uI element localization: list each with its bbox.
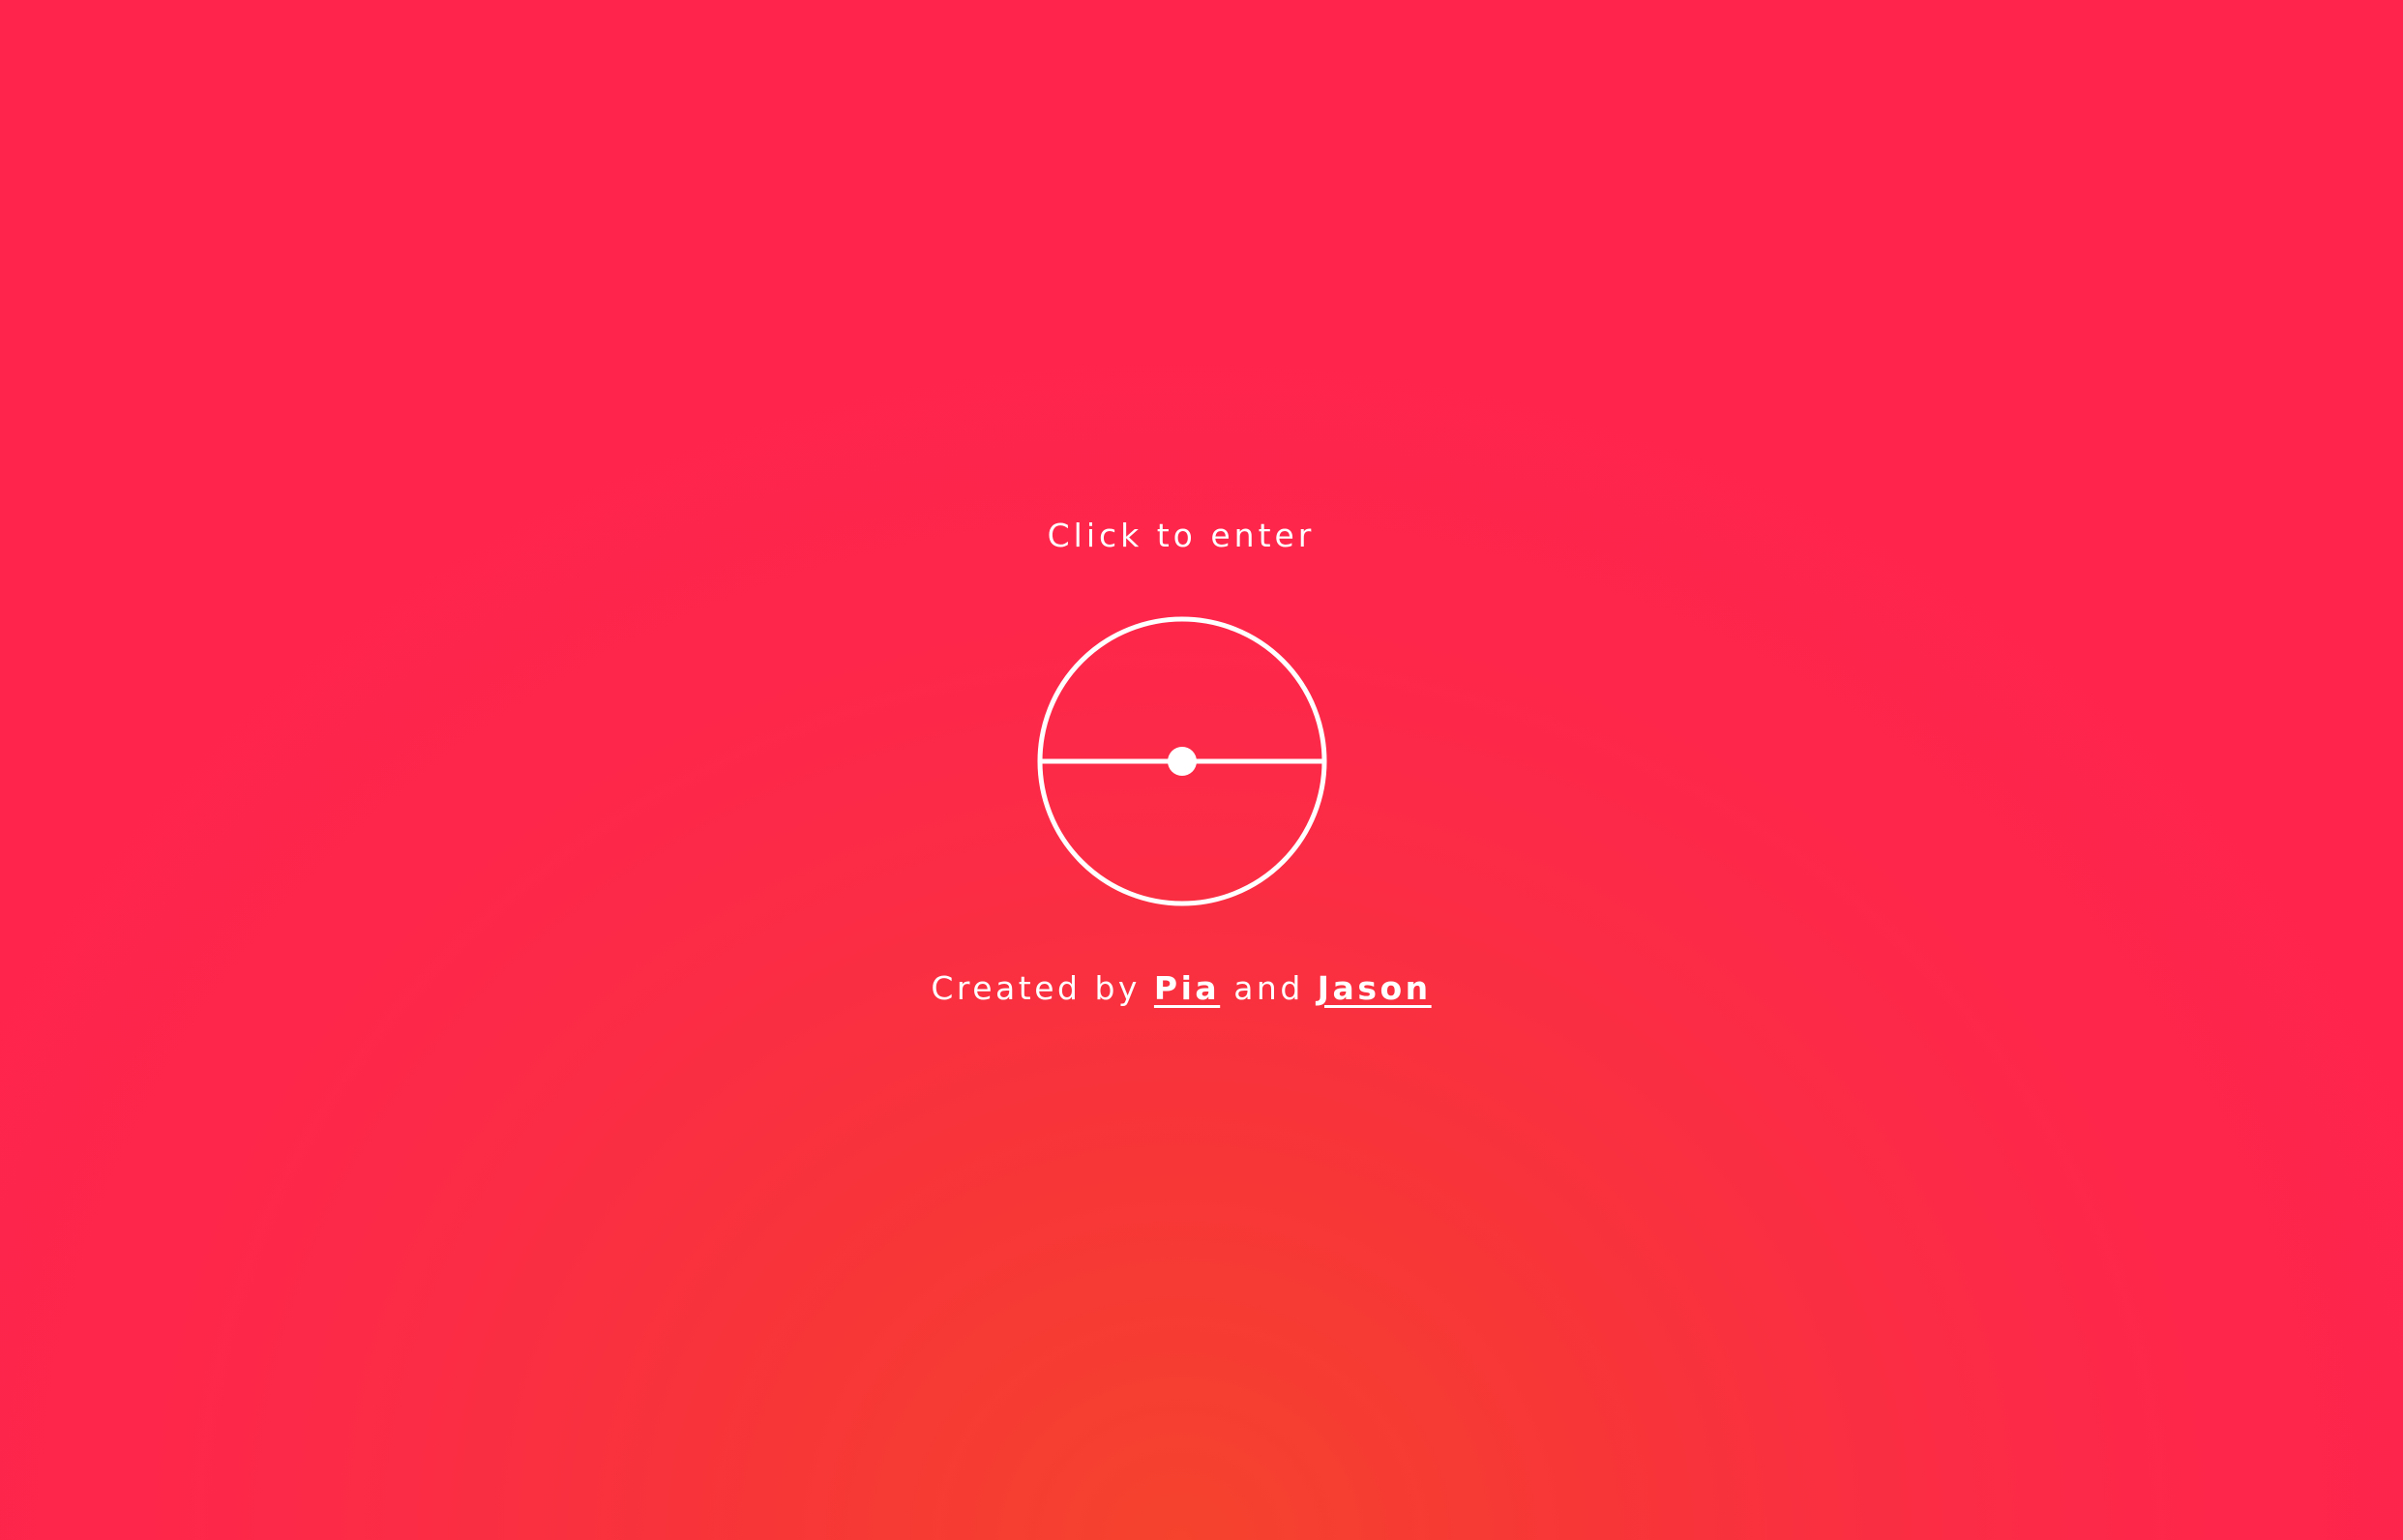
click-to-enter-label[interactable]: Click to enter xyxy=(0,511,2362,561)
circle-horizon-icon[interactable] xyxy=(1036,615,1328,907)
credits: Created by Pia and Jason xyxy=(0,963,2362,1014)
landing-page[interactable]: { "intro": { "enter_label": "Click to en… xyxy=(0,0,2403,1540)
author-link-pia[interactable]: Pia xyxy=(1154,969,1220,1007)
author-link-jason[interactable]: Jason xyxy=(1318,969,1432,1007)
credits-prefix: Created by xyxy=(931,969,1154,1007)
logo-center-dot xyxy=(1168,747,1197,776)
credits-conjunction: and xyxy=(1220,969,1318,1007)
